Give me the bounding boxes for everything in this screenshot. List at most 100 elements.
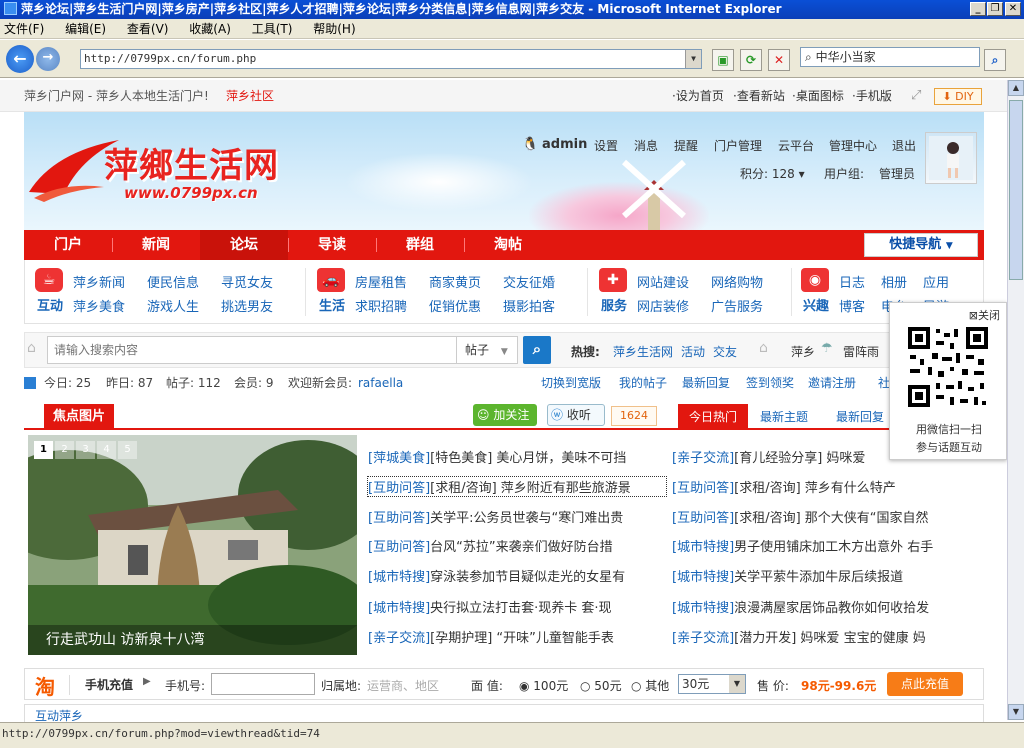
new-member-link[interactable]: rafaella	[358, 372, 403, 394]
menu-favorites[interactable]: 收藏(A)	[189, 22, 231, 36]
refresh-icon[interactable]: ⟳	[740, 49, 762, 71]
list-item[interactable]: [互助问答][求租/咨询] 萍乡有什么特产	[672, 477, 968, 496]
user-link-cloud[interactable]: 云平台	[778, 137, 814, 154]
slide-indicator[interactable]: 4	[97, 441, 116, 459]
hot-search-link[interactable]: 萍乡生活网	[613, 343, 673, 360]
quick-link[interactable]: 摄影拍客	[503, 296, 555, 315]
stop-icon[interactable]: ✕	[768, 49, 790, 71]
maximize-button[interactable]: ❐	[987, 2, 1003, 16]
my-posts-link[interactable]: 我的帖子	[619, 372, 667, 394]
amount-select[interactable]: 30元 ▼	[678, 674, 746, 694]
forward-arrow-icon[interactable]: →	[36, 47, 60, 71]
quick-link[interactable]: 寻觅女友	[221, 272, 273, 291]
list-item[interactable]: [城市特搜]关学平萦牛添加牛尿后续报道	[672, 566, 968, 585]
hot-search-link[interactable]: 活动	[681, 343, 705, 360]
nav-portal[interactable]: 门户	[24, 230, 112, 260]
slide-indicator[interactable]: 3	[76, 441, 95, 459]
list-item[interactable]: [互助问答]台风“苏拉”来袭亲们做好防台措	[368, 536, 666, 555]
tab-latest-topics[interactable]: 最新主题	[760, 408, 808, 425]
nav-forum[interactable]: 论坛	[200, 230, 288, 260]
browser-search-input[interactable]: ⌕ 中华小当家	[800, 47, 980, 67]
focus-caption[interactable]: 行走武功山 访新泉十八湾	[28, 625, 357, 655]
quick-link[interactable]: 博客	[839, 296, 865, 315]
fast-nav-button[interactable]: 快捷导航 ▼	[864, 233, 978, 257]
user-link-messages[interactable]: 消息	[634, 137, 658, 154]
list-item[interactable]: [互助问答][求租/咨询] 萍乡附近有那些旅游景	[367, 476, 667, 497]
tab-latest-replies[interactable]: 最新回复	[836, 408, 884, 425]
slide-indicator[interactable]: 2	[55, 441, 74, 459]
quick-link[interactable]: 挑选男友	[221, 296, 273, 315]
close-button[interactable]: ✕	[1005, 2, 1021, 16]
list-item[interactable]: [亲子交流][育儿经验分享] 妈咪爱	[672, 447, 886, 466]
quick-link[interactable]: 求职招聘	[355, 296, 407, 315]
phone-input[interactable]	[211, 673, 315, 695]
quick-link[interactable]: 便民信息	[147, 272, 199, 291]
home-icon[interactable]: ⌂	[27, 340, 36, 356]
amount-option-other[interactable]: ○ 其他	[631, 677, 669, 694]
quick-link[interactable]: 相册	[881, 272, 907, 291]
quick-link[interactable]: 日志	[839, 272, 865, 291]
address-dropdown-icon[interactable]: ▼	[685, 50, 701, 68]
latest-replies-link[interactable]: 最新回复	[682, 372, 730, 394]
quick-link[interactable]: 广告服务	[711, 296, 763, 315]
avatar[interactable]	[925, 132, 977, 184]
desktop-icon-link[interactable]: ·桌面图标	[792, 80, 844, 112]
view-new-site-link[interactable]: ·查看新站	[733, 80, 785, 112]
slide-indicator[interactable]: 5	[118, 441, 137, 459]
user-link-notices[interactable]: 提醒	[674, 137, 698, 154]
quick-link[interactable]: 网络购物	[711, 272, 763, 291]
quick-link[interactable]: 促销优惠	[429, 296, 481, 315]
invite-link[interactable]: 邀请注册	[808, 372, 856, 394]
list-item[interactable]: [互助问答][求租/咨询] 那个大侠有“国家自然	[672, 507, 968, 526]
quick-link[interactable]: 应用	[923, 272, 949, 291]
username-link[interactable]: admin	[542, 137, 587, 152]
diy-button[interactable]: ⬇ DIY	[934, 88, 982, 105]
set-homepage-link[interactable]: ·设为首页	[672, 80, 724, 112]
scrollbar-thumb[interactable]	[1009, 100, 1023, 280]
search-go-icon[interactable]: ⌕	[984, 49, 1006, 71]
user-link-settings[interactable]: 设置	[594, 137, 618, 154]
list-item[interactable]: [城市特搜]浪漫满屋家居饰品教你如何收拾发	[672, 597, 968, 616]
nav-guide[interactable]: 导读	[288, 230, 376, 260]
user-link-portal-admin[interactable]: 门户管理	[714, 137, 762, 154]
site-logo[interactable]: 萍鄉生活网	[104, 138, 279, 187]
search-input[interactable]	[47, 336, 457, 364]
amount-option-50[interactable]: ○ 50元	[580, 677, 622, 694]
list-item[interactable]: [亲子交流][潜力开发] 妈咪爱 宝宝的健康 妈	[672, 627, 968, 646]
nav-news[interactable]: 新闻	[112, 230, 200, 260]
menu-edit[interactable]: 编辑(E)	[65, 22, 106, 36]
qr-close-button[interactable]: ⊠关闭	[969, 307, 1000, 323]
points-link[interactable]: 积分: 128 ▾	[740, 165, 805, 182]
quick-link[interactable]: 游戏人生	[147, 296, 199, 315]
quick-link[interactable]: 萍乡新闻	[73, 272, 125, 291]
checkin-link[interactable]: 签到领奖	[746, 372, 794, 394]
address-input[interactable]: http://0799px.cn/forum.php ▼	[80, 49, 702, 69]
slide-indicator[interactable]: 1	[34, 441, 53, 459]
user-link-logout[interactable]: 退出	[892, 137, 916, 154]
quick-link[interactable]: 商家黄页	[429, 272, 481, 291]
search-icon[interactable]: ⌕	[523, 336, 551, 364]
minimize-button[interactable]: _	[970, 2, 986, 16]
menu-file[interactable]: 文件(F)	[4, 22, 44, 36]
menu-view[interactable]: 查看(V)	[127, 22, 169, 36]
nav-collections[interactable]: 淘帖	[464, 230, 552, 260]
quick-link[interactable]: 萍乡美食	[73, 296, 125, 315]
list-item[interactable]: [城市特搜]央行拟立法打击套·现养卡 套·现	[368, 597, 666, 616]
recharge-button[interactable]: 点此充值	[887, 672, 963, 696]
amount-option-100[interactable]: ◉ 100元	[519, 677, 568, 694]
scrollbar[interactable]: ▲ ▼	[1007, 80, 1024, 720]
community-link[interactable]: 萍乡社区	[226, 80, 274, 112]
tab-today-hot[interactable]: 今日热门	[678, 404, 748, 430]
quick-link[interactable]: 网店装修	[637, 296, 689, 315]
list-item[interactable]: [城市特搜]男子使用铺床加工木方出意外 右手	[672, 536, 968, 555]
quick-link[interactable]: 交友征婚	[503, 272, 555, 291]
fullscreen-icon[interactable]: ⤢	[911, 80, 921, 112]
quick-link[interactable]: 网站建设	[637, 272, 689, 291]
list-item[interactable]: [萍城美食][特色美食] 美心月饼，美味不可挡	[368, 447, 666, 466]
back-arrow-icon[interactable]: ←	[6, 45, 34, 73]
hot-search-link[interactable]: 交友	[713, 343, 737, 360]
user-link-admin-center[interactable]: 管理中心	[829, 137, 877, 154]
compat-view-icon[interactable]: ▣	[712, 49, 734, 71]
list-item[interactable]: [互助问答]关学平:公务员世袭与“寒门难出贵	[368, 507, 666, 526]
home-icon[interactable]: ⌂	[759, 340, 768, 356]
